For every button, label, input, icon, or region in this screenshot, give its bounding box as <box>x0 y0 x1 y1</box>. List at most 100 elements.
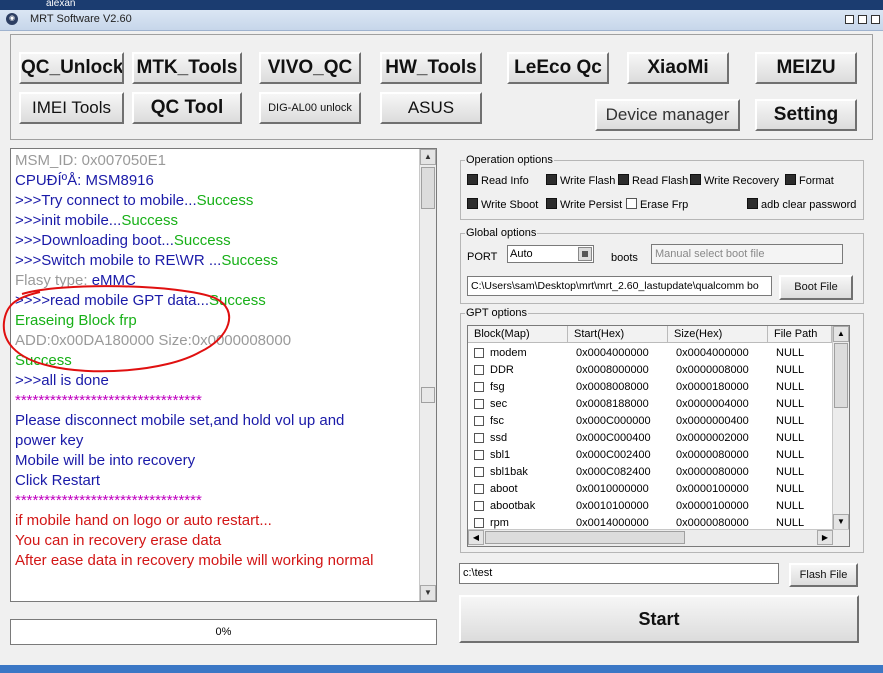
checkbox-write-persist[interactable]: Write Persist <box>546 198 622 211</box>
scroll-right-icon[interactable]: ▶ <box>817 530 833 545</box>
checkbox-write-flash[interactable]: Write Flash <box>546 174 615 187</box>
checkbox-icon[interactable] <box>546 174 557 185</box>
gpt-horizontal-scrollbar[interactable]: ◀ ▶ <box>468 529 849 546</box>
column-header-filepath[interactable]: File Path <box>768 326 832 343</box>
operation-options-legend: Operation options <box>466 154 553 166</box>
start-button[interactable]: Start <box>459 595 859 643</box>
checkbox-read-info[interactable]: Read Info <box>467 174 529 187</box>
row-checkbox[interactable] <box>474 501 484 511</box>
checkbox-adb-clear-password[interactable]: adb clear password <box>747 198 856 211</box>
setting-button[interactable]: Setting <box>755 99 857 131</box>
log-segment: if mobile hand on logo or auto restart..… <box>15 512 272 529</box>
gpt-vertical-scrollbar[interactable]: ▲ ▼ <box>832 326 849 530</box>
checkbox-icon[interactable] <box>690 174 701 185</box>
row-checkbox[interactable] <box>474 416 484 426</box>
scroll-thumb[interactable] <box>485 531 685 544</box>
checkbox-icon[interactable] <box>467 174 478 185</box>
close-icon[interactable] <box>871 15 880 24</box>
imei-tools-button[interactable]: IMEI Tools <box>19 92 124 124</box>
log-line: power key <box>15 431 83 451</box>
qc-unlock-button[interactable]: QC_Unlock <box>19 52 124 84</box>
row-checkbox[interactable] <box>474 450 484 460</box>
scroll-thumb[interactable] <box>421 167 435 209</box>
table-row[interactable]: ssd 0x000C000400 0x0000002000 NULL <box>468 430 832 447</box>
boot-file-button[interactable]: Boot File <box>779 275 853 300</box>
flash-path-field[interactable]: c:\test <box>459 563 779 584</box>
checkbox-write-sboot[interactable]: Write Sboot <box>467 198 538 211</box>
checkbox-format[interactable]: Format <box>785 174 834 187</box>
log-line: Please disconnect mobile set,and hold vo… <box>15 411 344 431</box>
log-line: ******************************** <box>15 391 202 411</box>
table-cell: sec <box>490 398 508 410</box>
checkbox-icon[interactable] <box>546 198 557 209</box>
dig-al00-unlock-button[interactable]: DIG-AL00 unlock <box>259 92 361 124</box>
table-row[interactable]: abootbak 0x0010100000 0x0000100000 NULL <box>468 498 832 515</box>
scroll-left-icon[interactable]: ◀ <box>468 530 484 545</box>
maximize-icon[interactable] <box>858 15 867 24</box>
table-cell: 0x0008008000 <box>576 381 649 393</box>
table-row[interactable]: sec 0x0008188000 0x0000004000 NULL <box>468 396 832 413</box>
table-row[interactable]: DDR 0x0008000000 0x0000008000 NULL <box>468 362 832 379</box>
mtk-tools-button[interactable]: MTK_Tools <box>132 52 242 84</box>
row-checkbox[interactable] <box>474 518 484 528</box>
checkbox-icon[interactable] <box>618 174 629 185</box>
log-segment: ******************************** <box>15 492 202 509</box>
device-manager-button[interactable]: Device manager <box>595 99 740 131</box>
leeco-qc-button[interactable]: LeEco Qc <box>507 52 609 84</box>
checkbox-icon[interactable] <box>747 198 758 209</box>
row-checkbox[interactable] <box>474 348 484 358</box>
hw-tools-button[interactable]: HW_Tools <box>380 52 482 84</box>
checkbox-icon[interactable] <box>467 198 478 209</box>
vivo-qc-button[interactable]: VIVO_QC <box>259 52 361 84</box>
checkbox-icon[interactable] <box>626 198 637 209</box>
dropdown-icon[interactable] <box>578 247 592 261</box>
table-row[interactable]: fsg 0x0008008000 0x0000180000 NULL <box>468 379 832 396</box>
log-scrollbar[interactable]: ▲ ▼ <box>419 149 436 601</box>
column-header-block[interactable]: Block(Map) <box>468 326 568 343</box>
port-select[interactable]: Auto <box>507 245 594 263</box>
log-line: You can in recovery erase data <box>15 531 221 551</box>
log-line: After ease data in recovery mobile will … <box>15 551 373 571</box>
log-line: Mobile will be into recovery <box>15 451 195 471</box>
table-row[interactable]: aboot 0x0010000000 0x0000100000 NULL <box>468 481 832 498</box>
scroll-down-icon[interactable]: ▼ <box>833 514 849 530</box>
qc-tool-button[interactable]: QC Tool <box>132 92 242 124</box>
checkbox-icon[interactable] <box>785 174 796 185</box>
gpt-table[interactable]: Block(Map) Start(Hex) Size(Hex) File Pat… <box>467 325 850 547</box>
scroll-up-icon[interactable]: ▲ <box>833 326 849 342</box>
checkbox-read-flash[interactable]: Read Flash <box>618 174 688 187</box>
checkbox-erase-frp[interactable]: Erase Frp <box>626 198 688 211</box>
table-row[interactable]: modem 0x0004000000 0x0004000000 NULL <box>468 345 832 362</box>
row-checkbox[interactable] <box>474 433 484 443</box>
checkbox-write-recovery[interactable]: Write Recovery <box>690 174 779 187</box>
table-cell: 0x0008188000 <box>576 398 649 410</box>
checkbox-label: Write Recovery <box>704 175 779 187</box>
meizu-button[interactable]: MEIZU <box>755 52 857 84</box>
row-checkbox[interactable] <box>474 365 484 375</box>
row-checkbox[interactable] <box>474 467 484 477</box>
column-header-size[interactable]: Size(Hex) <box>668 326 768 343</box>
window-title: MRT Software V2.60 <box>30 13 132 25</box>
progress-label: 0% <box>215 626 232 638</box>
checkbox-label: Read Flash <box>632 175 689 187</box>
row-checkbox[interactable] <box>474 484 484 494</box>
minimize-icon[interactable] <box>845 15 854 24</box>
scroll-down-icon[interactable]: ▼ <box>420 585 436 601</box>
column-header-start[interactable]: Start(Hex) <box>568 326 668 343</box>
asus-button[interactable]: ASUS <box>380 92 482 124</box>
table-row[interactable]: sbl1bak 0x000C082400 0x0000080000 NULL <box>468 464 832 481</box>
log-segment: >>>Downloading boot... <box>15 232 174 249</box>
scroll-up-icon[interactable]: ▲ <box>420 149 436 165</box>
log-line: ******************************** <box>15 491 202 511</box>
checkbox-label: adb clear password <box>761 199 857 211</box>
table-row[interactable]: fsc 0x000C000000 0x0000000400 NULL <box>468 413 832 430</box>
flash-file-button[interactable]: Flash File <box>789 563 858 587</box>
xiaomi-button[interactable]: XiaoMi <box>627 52 729 84</box>
table-cell: NULL <box>776 381 805 393</box>
scroll-thumb[interactable] <box>834 343 848 408</box>
table-row[interactable]: sbl1 0x000C002400 0x0000080000 NULL <box>468 447 832 464</box>
boots-select[interactable]: Manual select boot file <box>651 244 843 264</box>
row-checkbox[interactable] <box>474 399 484 409</box>
row-checkbox[interactable] <box>474 382 484 392</box>
boot-path-field[interactable]: C:\Users\sam\Desktop\mrt\mrt_2.60_lastup… <box>467 276 772 296</box>
